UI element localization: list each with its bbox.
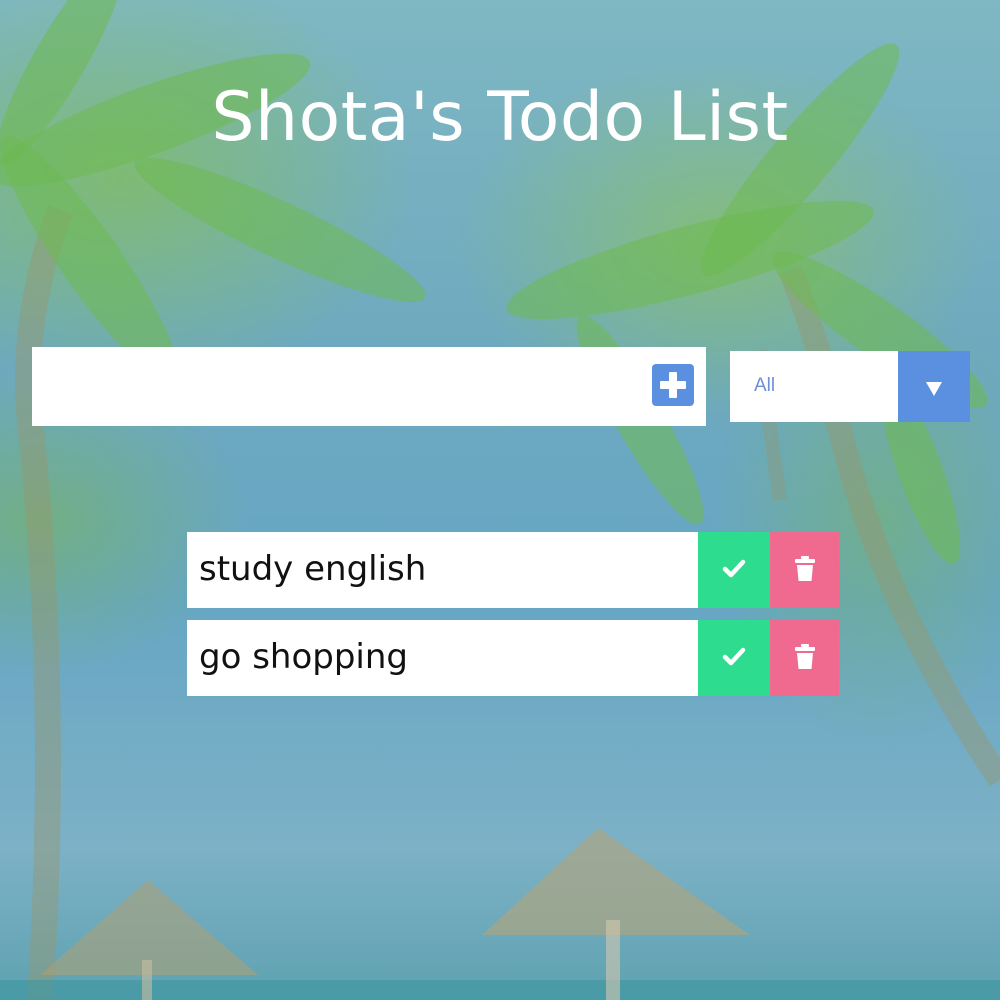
page-title: Shota's Todo List: [211, 78, 789, 157]
delete-button[interactable]: [770, 620, 839, 696]
todo-item: go shopping: [187, 620, 839, 696]
todo-text: go shopping: [199, 637, 408, 677]
check-icon: [722, 647, 746, 666]
todo-text-container: go shopping: [187, 620, 698, 696]
trash-icon: [795, 556, 815, 581]
check-icon: [722, 559, 746, 578]
caret-down-icon: [926, 382, 942, 396]
add-todo-form: [32, 347, 706, 426]
todo-item: study english: [187, 532, 839, 608]
complete-button[interactable]: [698, 620, 770, 696]
filter-select[interactable]: All: [730, 351, 970, 422]
filter-dropdown-toggle[interactable]: [898, 351, 970, 422]
add-todo-button[interactable]: [652, 364, 694, 406]
filter-selected-value: All: [754, 375, 776, 396]
delete-button[interactable]: [770, 532, 839, 608]
todo-text: study english: [199, 549, 427, 589]
todo-input[interactable]: [32, 347, 632, 426]
todo-text-container: study english: [187, 532, 698, 608]
complete-button[interactable]: [698, 532, 770, 608]
trash-icon: [795, 644, 815, 669]
